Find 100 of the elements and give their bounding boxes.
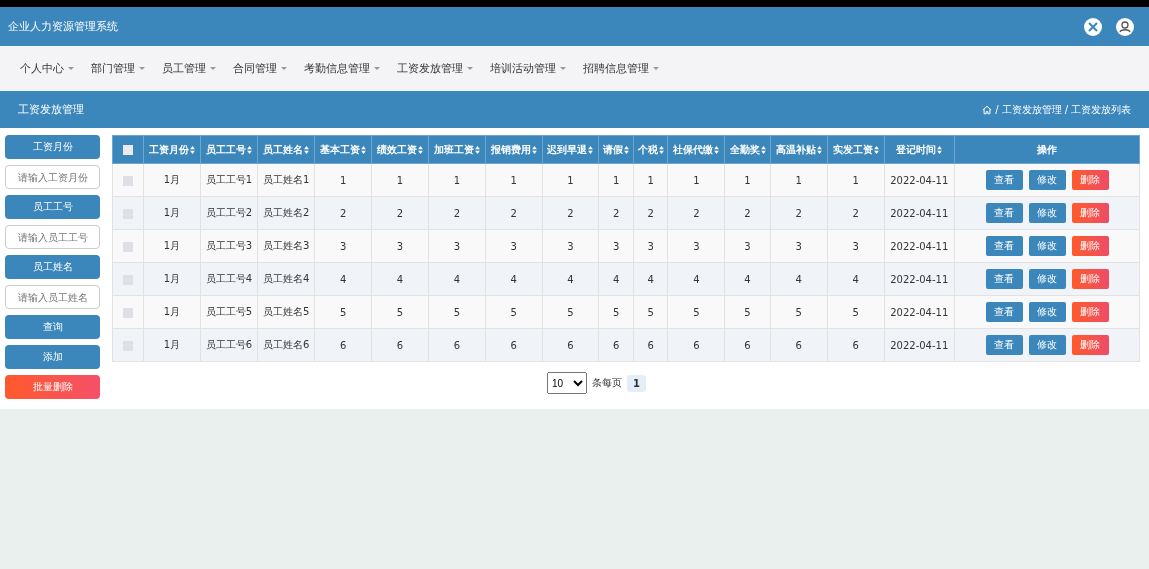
sort-icon[interactable] [937, 145, 943, 154]
sort-icon[interactable] [873, 145, 879, 154]
page-size-select[interactable]: 10 [547, 372, 587, 394]
table-cell: 员工工号6 [200, 328, 258, 362]
section-title: 工资发放管理 [18, 102, 84, 117]
sort-icon[interactable] [474, 145, 480, 154]
home-icon[interactable] [982, 104, 993, 115]
search-field[interactable]: 请输入员工工号 [5, 225, 100, 249]
edit-button[interactable]: 修改 [1028, 236, 1066, 256]
table-cell: 3 [724, 229, 771, 263]
delete-button[interactable]: 删除 [1071, 236, 1109, 256]
table-cell: 4 [371, 262, 429, 296]
action-button[interactable]: 查询 [5, 315, 100, 339]
nav-menu-item[interactable]: 工资发放管理 [397, 61, 473, 76]
table-cell: 6 [371, 328, 429, 362]
row-checkbox[interactable] [123, 307, 133, 318]
table-cell: 2022-04-11 [884, 262, 955, 296]
user-icon[interactable] [1115, 16, 1135, 37]
table-cell: 3 [371, 229, 429, 263]
sort-icon[interactable] [714, 145, 720, 154]
nav-menu-item[interactable]: 培训活动管理 [490, 61, 566, 76]
sort-icon[interactable] [418, 145, 423, 154]
column-header: 操作 [954, 135, 1140, 164]
sort-icon[interactable] [361, 145, 367, 154]
sort-icon[interactable] [304, 145, 310, 154]
table-cell: 3 [770, 229, 828, 263]
edit-button[interactable]: 修改 [1028, 203, 1066, 223]
nav-menu-item[interactable]: 员工管理 [162, 61, 216, 76]
table-cell: 2022-04-11 [884, 328, 955, 362]
nav-menu-item[interactable]: 招聘信息管理 [583, 61, 659, 76]
nav-menu-item[interactable]: 考勤信息管理 [304, 61, 380, 76]
table-cell: 2 [314, 196, 372, 230]
table-cell: 5 [485, 295, 543, 329]
breadcrumb-separator: / [995, 104, 999, 115]
delete-button[interactable]: 删除 [1071, 203, 1109, 223]
row-checkbox[interactable] [123, 241, 133, 252]
view-button[interactable]: 查看 [985, 236, 1023, 256]
table-cell: 2022-04-11 [884, 295, 955, 329]
edit-button[interactable]: 修改 [1028, 335, 1066, 355]
table-cell: 2 [667, 196, 725, 230]
sort-icon[interactable] [246, 145, 252, 154]
edit-button[interactable]: 修改 [1028, 269, 1066, 289]
close-icon[interactable] [1083, 16, 1103, 37]
table-cell: 员工工号2 [200, 196, 258, 230]
delete-button[interactable]: 删除 [1071, 302, 1109, 322]
delete-button[interactable]: 删除 [1071, 170, 1109, 190]
search-field[interactable]: 请输入员工姓名 [5, 285, 100, 309]
table-cell: 1 [485, 163, 543, 197]
table-cell: 2 [371, 196, 429, 230]
delete-button[interactable]: 删除 [1071, 335, 1109, 355]
table-cell: 4 [428, 262, 486, 296]
table-cell: 5 [314, 295, 372, 329]
table-cell: 4 [542, 262, 599, 296]
table-cell: 员工姓名4 [257, 262, 315, 296]
batch-delete-button[interactable]: 批量删除 [5, 375, 100, 399]
search-field[interactable]: 请输入工资月份 [5, 165, 100, 189]
view-button[interactable]: 查看 [985, 302, 1023, 322]
sort-icon[interactable] [658, 145, 664, 154]
table-cell: 5 [542, 295, 599, 329]
nav-menu-item[interactable]: 合同管理 [233, 61, 287, 76]
table-cell: 员工姓名5 [257, 295, 315, 329]
table-cell: 1 [827, 163, 884, 197]
view-button[interactable]: 查看 [985, 269, 1023, 289]
view-button[interactable]: 查看 [985, 170, 1023, 190]
page-size-label: 条每页 [592, 376, 622, 390]
table-cell: 1月 [143, 163, 201, 197]
table-cell: 6 [667, 328, 725, 362]
table-cell: 6 [542, 328, 599, 362]
table-cell: 1月 [143, 229, 201, 263]
table-cell: 5 [827, 295, 884, 329]
action-button[interactable]: 添加 [5, 345, 100, 369]
view-button[interactable]: 查看 [985, 203, 1023, 223]
edit-button[interactable]: 修改 [1028, 170, 1066, 190]
table-cell: 员工姓名2 [257, 196, 315, 230]
table-cell: 员工工号3 [200, 229, 258, 263]
breadcrumb-link[interactable]: 工资发放管理 [1001, 102, 1062, 117]
sort-icon[interactable] [816, 145, 822, 154]
table-cell: 2 [827, 196, 884, 230]
table-cell: 4 [667, 262, 725, 296]
edit-button[interactable]: 修改 [1028, 302, 1066, 322]
row-checkbox[interactable] [123, 175, 133, 186]
page-button[interactable]: 1 [627, 374, 646, 392]
delete-button[interactable]: 删除 [1071, 269, 1109, 289]
nav-menu-item[interactable]: 部门管理 [91, 61, 145, 76]
nav-menu-item[interactable]: 个人中心 [20, 61, 74, 76]
table-cell: 员工工号5 [200, 295, 258, 329]
select-all-checkbox[interactable] [123, 145, 133, 155]
table-cell: 2022-04-11 [884, 229, 955, 263]
table-cell: 3 [485, 229, 543, 263]
sort-icon[interactable] [760, 145, 766, 154]
table-cell: 6 [827, 328, 884, 362]
table-cell: 员工工号4 [200, 262, 258, 296]
sort-icon[interactable] [624, 145, 630, 154]
sort-icon[interactable] [588, 145, 594, 154]
app-title: 企业人力资源管理系统 [8, 19, 118, 34]
sort-icon[interactable] [189, 145, 195, 154]
sort-icon[interactable] [531, 145, 537, 154]
table-cell: 3 [667, 229, 725, 263]
view-button[interactable]: 查看 [985, 335, 1023, 355]
table-cell: 3 [428, 229, 486, 263]
